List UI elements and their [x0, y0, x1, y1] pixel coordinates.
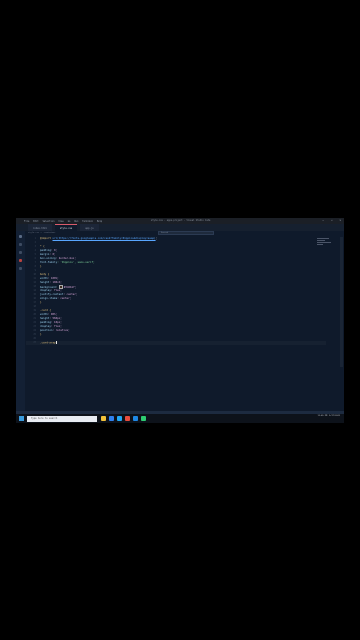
code-token: display — [40, 289, 51, 292]
taskbar-app-icon[interactable] — [141, 416, 146, 421]
window-title: style.css - apps-project - Visual Studio… — [151, 219, 211, 222]
menu-item-edit[interactable]: Edit — [33, 220, 38, 223]
code-token: } — [40, 333, 42, 336]
taskbar-app-icon[interactable] — [101, 416, 106, 421]
code-token: width — [40, 277, 48, 280]
code-token: : 0; — [50, 249, 58, 252]
breadcrumb-row: style.css > .container Search — [28, 231, 328, 236]
code-token: : border-box; — [55, 257, 76, 260]
code-token: display — [40, 325, 51, 328]
menu-item-file[interactable]: File — [24, 220, 29, 223]
clock-time[interactable]: 12:45 PM — [318, 415, 328, 417]
code-token: height — [40, 317, 50, 320]
code-token: margin — [40, 253, 50, 256]
line-number: 27 — [33, 341, 36, 344]
code-token: body { — [40, 273, 50, 276]
code-token: padding — [40, 249, 51, 252]
code-token: : flex; — [50, 325, 62, 328]
code-text: .card-wrap — [40, 341, 57, 346]
search-input[interactable]: Search — [158, 231, 214, 235]
code-token: : center; — [57, 297, 72, 300]
vertical-scrollbar[interactable] — [340, 237, 343, 367]
code-token: } — [40, 265, 42, 268]
menu-item-terminal[interactable]: Terminal — [82, 220, 93, 223]
menu-bar: File Edit Selection View Go Run Terminal Help — [24, 220, 102, 223]
minimize-button[interactable]: — — [322, 219, 324, 222]
code-token: } — [40, 301, 42, 304]
breadcrumb[interactable]: style.css > .container — [28, 232, 56, 234]
window-controls: — ☐ ✕ — [322, 219, 341, 222]
code-token: : 100%; — [47, 277, 59, 280]
system-tray: 12:45 PM 5/27/2022 — [318, 415, 340, 417]
tab-app-js[interactable]: app.js — [80, 224, 99, 231]
code-token: padding — [40, 321, 51, 324]
menu-item-help[interactable]: Help — [97, 220, 102, 223]
tab-style-css[interactable]: style.css — [54, 224, 78, 231]
desktop-screen: File Edit Selection View Go Run Terminal Help s… — [16, 218, 344, 423]
code-token: : 'Poppins', sans-serif; — [57, 261, 95, 264]
code-token: @import — [40, 237, 53, 240]
code-token: : 90%; — [47, 313, 58, 316]
tab-index-html[interactable]: index.html — [28, 224, 52, 231]
close-button[interactable]: ✕ — [339, 219, 341, 222]
minimap[interactable] — [317, 237, 335, 253]
code-token: : 10px; — [50, 321, 62, 324]
text-cursor — [55, 341, 57, 344]
taskbar-app-icon[interactable] — [109, 416, 114, 421]
code-token: : 100vh; — [49, 281, 62, 284]
menu-item-selection[interactable]: Selection — [43, 220, 55, 223]
code-token: align-items — [40, 297, 58, 300]
code-token: width — [40, 313, 48, 316]
code-line[interactable]: 27 .card-wrap — [26, 341, 326, 345]
code-token: height — [40, 281, 50, 284]
run-debug-icon[interactable] — [19, 259, 22, 262]
taskbar-app-icon[interactable] — [133, 416, 138, 421]
code-token: : relative; — [52, 329, 70, 332]
code-token: url(https://fonts.googleapis.com/css2?fa… — [52, 237, 156, 240]
menu-item-go[interactable]: Go — [68, 220, 71, 223]
code-token: * { — [40, 245, 45, 248]
taskbar: Type here to search 12:45 PM 5/27/2022 — [16, 414, 344, 423]
explorer-icon[interactable] — [19, 235, 22, 238]
code-token: justify-content — [40, 293, 64, 296]
code-token: : flex; — [50, 289, 62, 292]
code-editor[interactable]: 1 @import url(https://fonts.googleapis.co… — [26, 237, 326, 413]
extensions-icon[interactable] — [19, 267, 22, 270]
source-control-icon[interactable] — [19, 251, 22, 254]
code-token: : 560px; — [49, 317, 62, 320]
code-token: box-sizing — [40, 257, 56, 260]
start-button[interactable] — [19, 416, 24, 421]
code-token: ; — [155, 237, 158, 240]
menu-item-view[interactable]: View — [58, 220, 63, 223]
clock-date[interactable]: 5/27/2022 — [329, 415, 340, 417]
search-icon[interactable] — [19, 243, 22, 246]
code-token: .card { — [40, 309, 51, 312]
activity-bar — [16, 231, 25, 416]
taskbar-app-icon[interactable] — [117, 416, 122, 421]
taskbar-search-input[interactable]: Type here to search — [27, 415, 97, 422]
code-token: position — [40, 329, 53, 332]
code-token: : center; — [63, 293, 78, 296]
code-token: font-family — [40, 261, 58, 264]
taskbar-apps — [101, 416, 146, 421]
code-token: : 0; — [49, 253, 56, 256]
taskbar-app-icon[interactable] — [125, 416, 130, 421]
code-token: .card-wrap — [40, 341, 56, 345]
editor-tabs: index.html style.css app.js — [16, 224, 344, 231]
menu-item-run[interactable]: Run — [74, 220, 78, 223]
maximize-button[interactable]: ☐ — [331, 219, 333, 222]
